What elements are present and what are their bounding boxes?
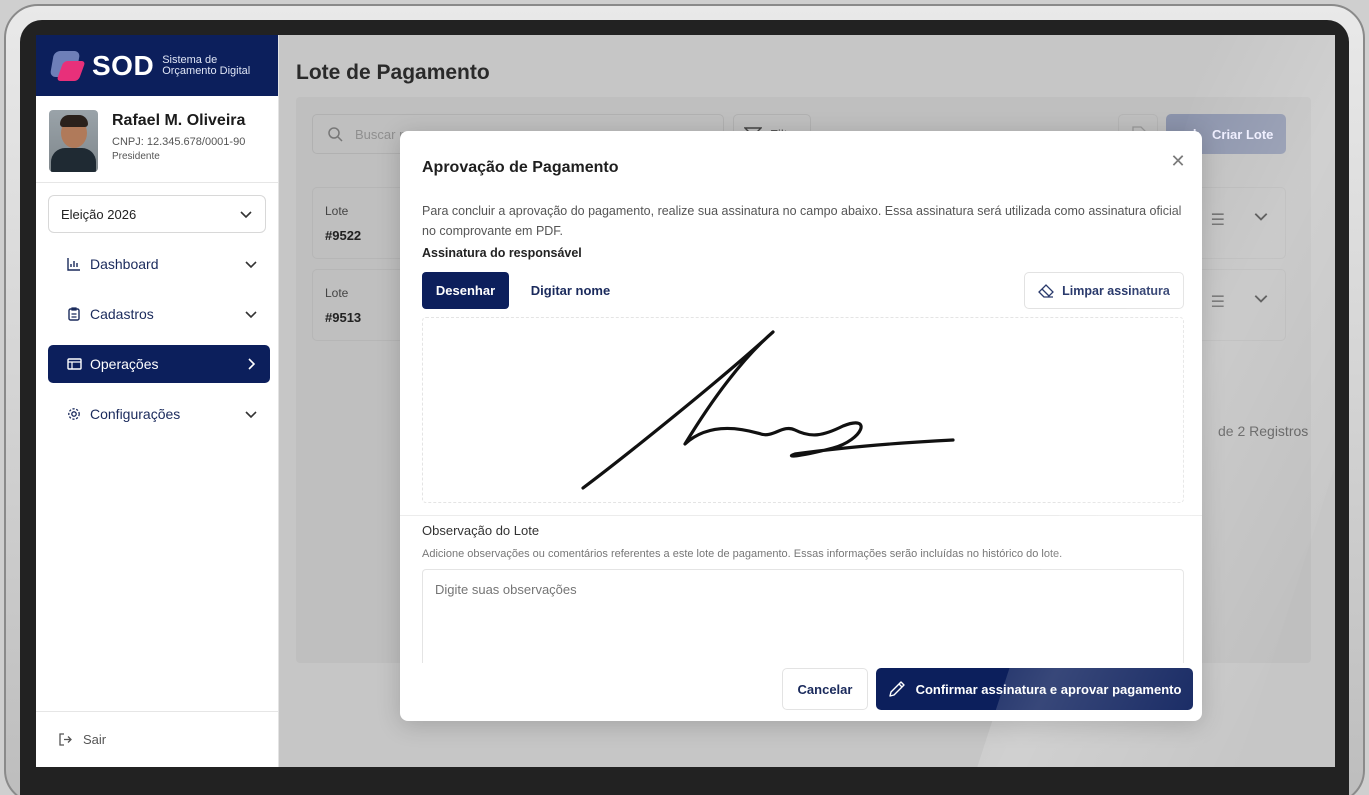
chevron-right-icon xyxy=(248,358,256,370)
observation-textarea[interactable] xyxy=(422,569,1184,663)
observation-help: Adicione observações ou comentários refe… xyxy=(422,548,1063,560)
brand-subtitle-line1: Sistema de xyxy=(162,53,218,66)
payment-approval-modal: Aprovação de Pagamento ✕ Para concluir a… xyxy=(400,131,1202,721)
close-icon[interactable]: ✕ xyxy=(1166,149,1190,173)
signature-drawing xyxy=(581,330,955,490)
tab-draw[interactable]: Desenhar xyxy=(422,272,509,309)
create-batch-label: Criar Lote xyxy=(1212,127,1274,142)
modal-description: Para concluir a aprovação do pagamento, … xyxy=(422,204,1182,238)
batch-label: Lote xyxy=(325,204,349,218)
batch-number: #9522 xyxy=(325,228,362,243)
clear-signature-button[interactable]: Limpar assinatura xyxy=(1024,272,1184,309)
election-select-value: Eleição 2026 xyxy=(61,206,137,222)
gear-icon xyxy=(66,407,82,421)
logout-icon xyxy=(59,733,72,746)
eraser-icon xyxy=(1038,283,1055,298)
logo-icon xyxy=(49,49,86,83)
modal-title: Aprovação de Pagamento xyxy=(422,159,619,176)
sidebar-item-label: Dashboard xyxy=(90,256,159,272)
avatar xyxy=(49,110,98,172)
profile-cnpj: CNPJ: 12.345.678/0001-90 xyxy=(112,136,246,148)
sidebar-item-configuracoes[interactable]: Configurações xyxy=(48,395,270,433)
window-icon xyxy=(66,357,82,371)
chevron-down-icon xyxy=(245,311,257,319)
list-icon[interactable]: ☰ xyxy=(1211,292,1225,312)
user-profile: Rafael M. Oliveira CNPJ: 12.345.678/0001… xyxy=(36,96,278,183)
clear-signature-label: Limpar assinatura xyxy=(1062,283,1170,298)
pen-icon xyxy=(888,681,905,697)
confirm-signature-button[interactable]: Confirmar assinatura e aprovar pagamento xyxy=(876,668,1193,710)
sidebar-item-label: Operações xyxy=(90,356,159,372)
sidebar-item-operacoes[interactable]: Operações xyxy=(48,345,270,383)
brand-name: SOD xyxy=(92,49,155,81)
search-icon xyxy=(328,127,343,142)
sidebar-item-label: Cadastros xyxy=(90,306,154,322)
chevron-down-icon[interactable] xyxy=(1253,290,1269,306)
sidebar-item-dashboard[interactable]: Dashboard xyxy=(48,245,270,283)
sidebar-nav: Dashboard Cadastros Operações Configuraç… xyxy=(36,245,278,433)
chevron-down-icon xyxy=(240,211,252,219)
logout-button[interactable]: Sair xyxy=(36,711,278,767)
records-count: de 2 Registros xyxy=(1218,423,1309,439)
tab-type-name[interactable]: Digitar nome xyxy=(517,272,624,309)
brand-subtitle: Sistema de Orçamento Digital xyxy=(162,53,251,77)
signature-canvas[interactable] xyxy=(422,317,1184,503)
list-icon[interactable]: ☰ xyxy=(1211,210,1225,230)
logout-label: Sair xyxy=(83,732,107,747)
page-title: Lote de Pagamento xyxy=(296,61,490,84)
sidebar-item-label: Configurações xyxy=(90,406,181,422)
sidebar-item-cadastros[interactable]: Cadastros xyxy=(48,295,270,333)
election-select[interactable]: Eleição 2026 xyxy=(48,195,266,233)
clipboard-icon xyxy=(66,307,82,321)
profile-name: Rafael M. Oliveira xyxy=(112,112,246,129)
signature-label: Assinatura do responsável xyxy=(422,246,582,260)
observation-label: Observação do Lote xyxy=(422,523,540,538)
batch-number: #9513 xyxy=(325,310,362,325)
brand-subtitle-line2: Orçamento Digital xyxy=(162,64,251,77)
search-placeholder: Buscar p xyxy=(355,127,407,142)
section-divider xyxy=(400,515,1202,516)
confirm-signature-label: Confirmar assinatura e aprovar pagamento xyxy=(915,681,1182,697)
bar-chart-icon xyxy=(66,257,82,271)
chevron-down-icon xyxy=(245,411,257,419)
brand-header: SOD Sistema de Orçamento Digital xyxy=(36,35,278,96)
app-screen: SOD Sistema de Orçamento Digital Rafael … xyxy=(36,35,1335,767)
sidebar: SOD Sistema de Orçamento Digital Rafael … xyxy=(36,35,279,767)
profile-role: Presidente xyxy=(112,151,160,162)
chevron-down-icon xyxy=(245,261,257,269)
cancel-button[interactable]: Cancelar xyxy=(782,668,868,710)
chevron-down-icon[interactable] xyxy=(1253,208,1269,224)
batch-label: Lote xyxy=(325,286,349,300)
